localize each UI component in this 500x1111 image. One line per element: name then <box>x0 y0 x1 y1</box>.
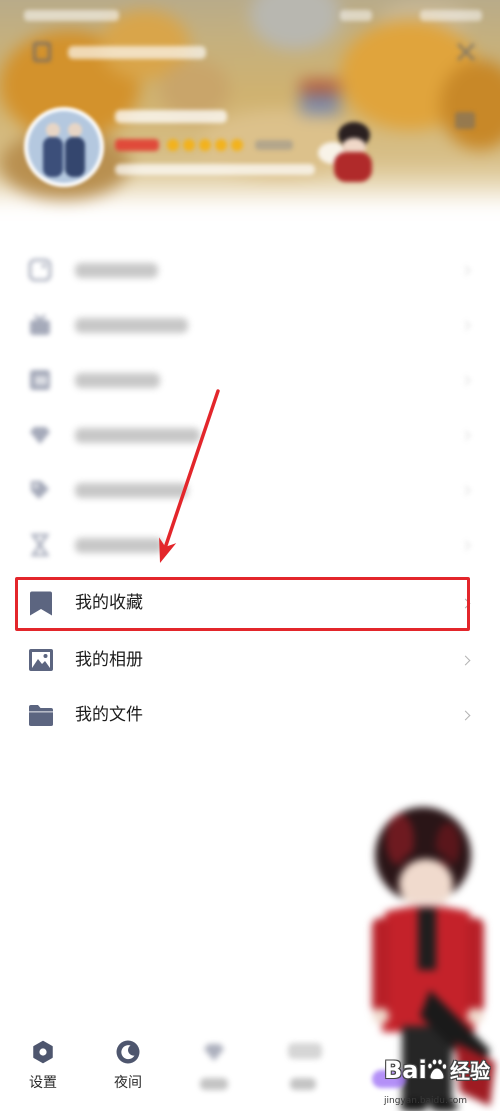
scene-moon <box>250 0 340 50</box>
watermark-brand: Bai <box>384 1056 427 1084</box>
night-mode-label: 夜间 <box>114 1075 142 1091</box>
menu-item-label-blurred <box>75 263 158 278</box>
menu-item-album[interactable]: 我的相册 <box>0 633 500 688</box>
bottom-label-blurred <box>290 1078 316 1090</box>
menu-item-blurred[interactable] <box>0 298 500 353</box>
vip-icon <box>28 313 52 337</box>
level-star-icon <box>231 139 243 151</box>
mascot-body <box>334 152 372 182</box>
watermark-url: jingyan.baidu.com <box>384 1096 468 1106</box>
status-bar-time <box>340 10 372 21</box>
level-star-icon <box>199 139 211 151</box>
qr-code-icon[interactable] <box>33 42 51 62</box>
gear-icon <box>32 1040 54 1064</box>
signature-blurred[interactable] <box>115 164 315 175</box>
chevron-right-icon <box>460 320 471 331</box>
menu-item-label-blurred <box>75 373 160 388</box>
chevron-right-icon <box>460 710 471 721</box>
folder-icon <box>28 704 54 727</box>
picture-icon <box>28 648 54 672</box>
menu-item-label-blurred <box>75 483 188 498</box>
dress-up-icon <box>28 423 52 447</box>
level-star-icon <box>183 139 195 151</box>
nickname-blurred <box>115 110 227 123</box>
menu-item-label: 我的文件 <box>75 705 143 725</box>
status-bar-left <box>24 10 119 21</box>
chevron-right-icon <box>460 430 471 441</box>
chevron-right-icon <box>460 375 471 386</box>
menu-item-label: 我的相册 <box>75 650 143 670</box>
live-icon <box>28 258 52 282</box>
header-title-blurred <box>68 46 206 59</box>
chevron-right-icon <box>460 540 471 551</box>
menu-item-blurred[interactable] <box>0 518 500 573</box>
edit-icon[interactable] <box>455 112 475 129</box>
chevron-right-icon <box>460 655 471 666</box>
bottom-label-blurred <box>200 1078 228 1090</box>
scene-roof <box>300 80 340 94</box>
menu-item-blurred[interactable] <box>0 243 500 298</box>
level-star-icon <box>167 139 179 151</box>
chevron-right-icon <box>460 265 471 276</box>
paw-icon <box>425 1058 449 1082</box>
weather-icon <box>288 1043 322 1059</box>
close-icon[interactable] <box>456 42 476 62</box>
annotation-highlight-box <box>15 577 470 631</box>
avatar-icon[interactable] <box>24 107 104 187</box>
menu-item-label-blurred <box>75 428 200 443</box>
profile-header <box>0 0 500 222</box>
traffic-icon <box>28 533 52 557</box>
wallet-icon <box>28 368 52 392</box>
level-star-icon <box>215 139 227 151</box>
badge-icons-blurred <box>255 140 293 150</box>
menu-item-label-blurred <box>75 538 163 553</box>
moon-icon <box>116 1040 140 1064</box>
dress-up-icon <box>202 1040 226 1064</box>
tag-icon <box>28 478 52 502</box>
status-bar-right <box>420 10 482 21</box>
baidu-jingyan-watermark: Bai 经验 jingyan.baidu.com <box>382 1054 498 1110</box>
menu-item-blurred[interactable] <box>0 463 500 518</box>
menu-item-blurred[interactable] <box>0 353 500 408</box>
level-badge <box>115 139 159 151</box>
menu-item-files[interactable]: 我的文件 <box>0 688 500 743</box>
chevron-right-icon <box>460 485 471 496</box>
menu-item-blurred[interactable] <box>0 408 500 463</box>
watermark-brand-cn: 经验 <box>450 1059 490 1083</box>
settings-label: 设置 <box>29 1075 57 1091</box>
menu-item-label-blurred <box>75 318 188 333</box>
qq-side-drawer: 我的收藏 我的相册 我的文件 设置 夜间 Bai 经验 jingyan.baid… <box>0 0 500 1111</box>
